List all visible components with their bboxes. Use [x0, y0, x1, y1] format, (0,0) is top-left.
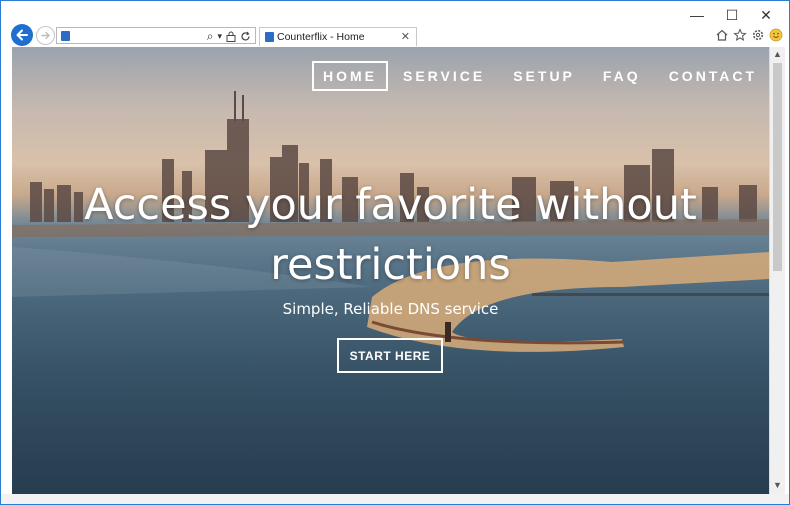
nav-service[interactable]: SERVICE: [390, 61, 498, 91]
back-arrow-icon: [16, 29, 28, 41]
scroll-down-arrow-icon[interactable]: ▼: [773, 480, 782, 490]
favorites-star-icon[interactable]: [733, 28, 747, 42]
web-page-viewport: HOME SERVICE SETUP FAQ CONTACT Access yo…: [12, 47, 769, 494]
minimize-button[interactable]: —: [684, 7, 710, 23]
back-button[interactable]: [11, 24, 33, 46]
hero-title: Access your favorite without restriction…: [12, 175, 769, 295]
nav-faq[interactable]: FAQ: [590, 61, 654, 91]
tab-favicon-icon: [265, 32, 274, 42]
maximize-button[interactable]: ☐: [719, 7, 745, 23]
tab-title: Counterflix - Home: [277, 31, 365, 43]
forward-button[interactable]: [36, 26, 55, 45]
smiley-feedback-icon[interactable]: [769, 28, 783, 42]
browser-window: — ☐ ✕ ⌕ ▾ Counterflix - Home ✕ HOME SERV…: [0, 0, 790, 505]
hero-subtitle: Simple, Reliable DNS service: [282, 300, 499, 318]
vertical-scrollbar[interactable]: ▲ ▼: [769, 47, 785, 494]
address-bar[interactable]: ⌕ ▾: [56, 27, 256, 44]
address-input[interactable]: [73, 28, 203, 43]
hero-title-line-2: restrictions: [270, 240, 511, 290]
settings-gear-icon[interactable]: [751, 28, 765, 42]
hero-title-line-1: Access your favorite without: [84, 180, 697, 230]
forward-arrow-icon: [41, 31, 50, 40]
scroll-up-arrow-icon[interactable]: ▲: [773, 49, 782, 59]
chevron-down-icon[interactable]: ▾: [217, 31, 222, 42]
close-window-button[interactable]: ✕: [753, 7, 779, 23]
nav-home[interactable]: HOME: [312, 61, 388, 91]
tab-counterflix-home[interactable]: Counterflix - Home ✕: [259, 27, 417, 46]
refresh-icon[interactable]: [240, 31, 251, 42]
lock-icon[interactable]: [226, 31, 236, 42]
search-icon[interactable]: ⌕: [207, 29, 214, 44]
home-icon[interactable]: [715, 28, 729, 42]
close-tab-icon[interactable]: ✕: [401, 30, 410, 43]
status-strip: [1, 494, 789, 504]
site-favicon-icon: [61, 31, 70, 41]
title-bar: — ☐ ✕ ⌕ ▾ Counterflix - Home ✕: [1, 1, 789, 47]
start-here-button[interactable]: START HERE: [337, 338, 443, 373]
site-nav-menu: HOME SERVICE SETUP FAQ CONTACT: [312, 60, 769, 92]
scrollbar-thumb[interactable]: [773, 63, 782, 271]
nav-setup[interactable]: SETUP: [500, 61, 588, 91]
nav-contact[interactable]: CONTACT: [656, 61, 769, 91]
